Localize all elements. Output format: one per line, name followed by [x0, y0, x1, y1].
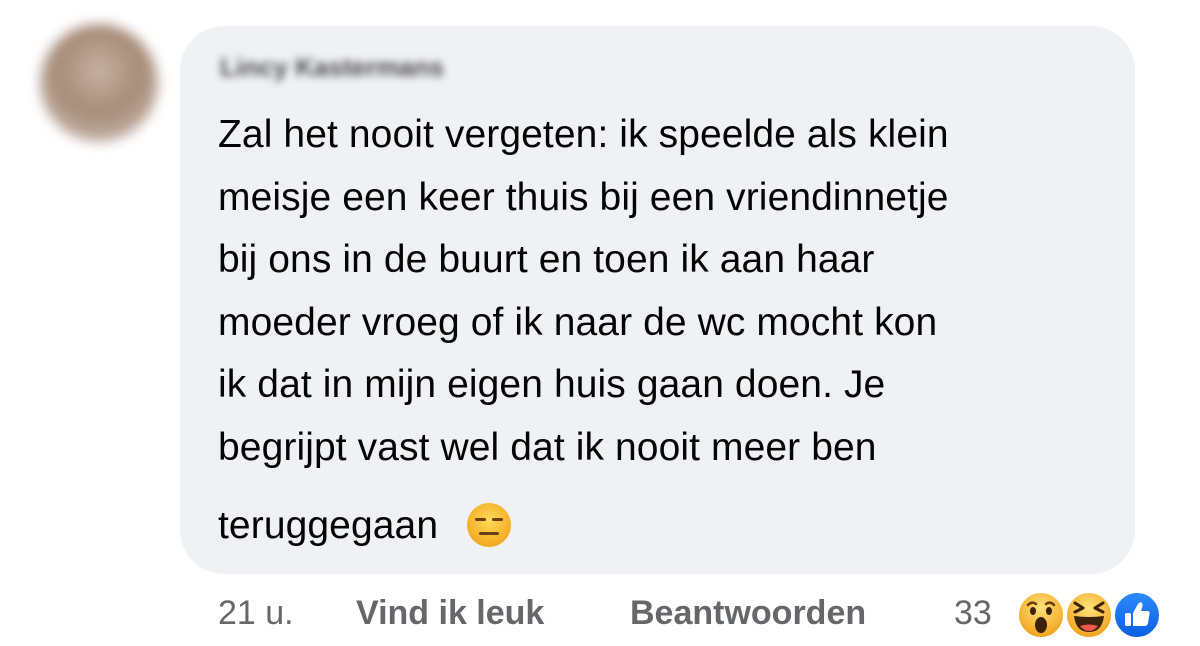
like-button[interactable]: Vind ik leuk [356, 594, 544, 633]
timestamp[interactable]: 21 u. [218, 594, 294, 633]
like-icon [1113, 591, 1161, 639]
haha-icon [1065, 591, 1113, 639]
comment-text: Zal het nooit vergeten: ik speelde als k… [218, 104, 1118, 558]
comment-line: moeder vroeg of ik naar de wc mocht kon [218, 300, 938, 344]
comment-actions: 21 u. Vind ik leuk Beantwoorden 33 [218, 590, 1178, 640]
avatar[interactable] [40, 24, 158, 142]
comment-line: ik dat in mijn eigen huis gaan doen. Je [218, 363, 886, 406]
comment-line: Zal het nooit vergeten: ik speelde als k… [218, 113, 949, 156]
comment-last-line: teruggegaan [218, 495, 1118, 558]
comment-line: teruggegaan [218, 504, 439, 547]
comment-line: meisje een keer thuis bij een vriendinne… [218, 175, 949, 219]
reply-button[interactable]: Beantwoorden [630, 594, 866, 633]
expressionless-face-icon [467, 502, 512, 547]
author-name-blurred[interactable]: Lincy Kastermans [220, 52, 444, 83]
comment-line: bij ons in de buurt en toen ik aan haar [218, 238, 875, 281]
comment-line: begrijpt vast wel dat ik nooit meer ben [218, 425, 877, 469]
reaction-summary[interactable] [1016, 590, 1168, 639]
wow-icon [1017, 591, 1065, 639]
reaction-count[interactable]: 33 [954, 594, 992, 633]
